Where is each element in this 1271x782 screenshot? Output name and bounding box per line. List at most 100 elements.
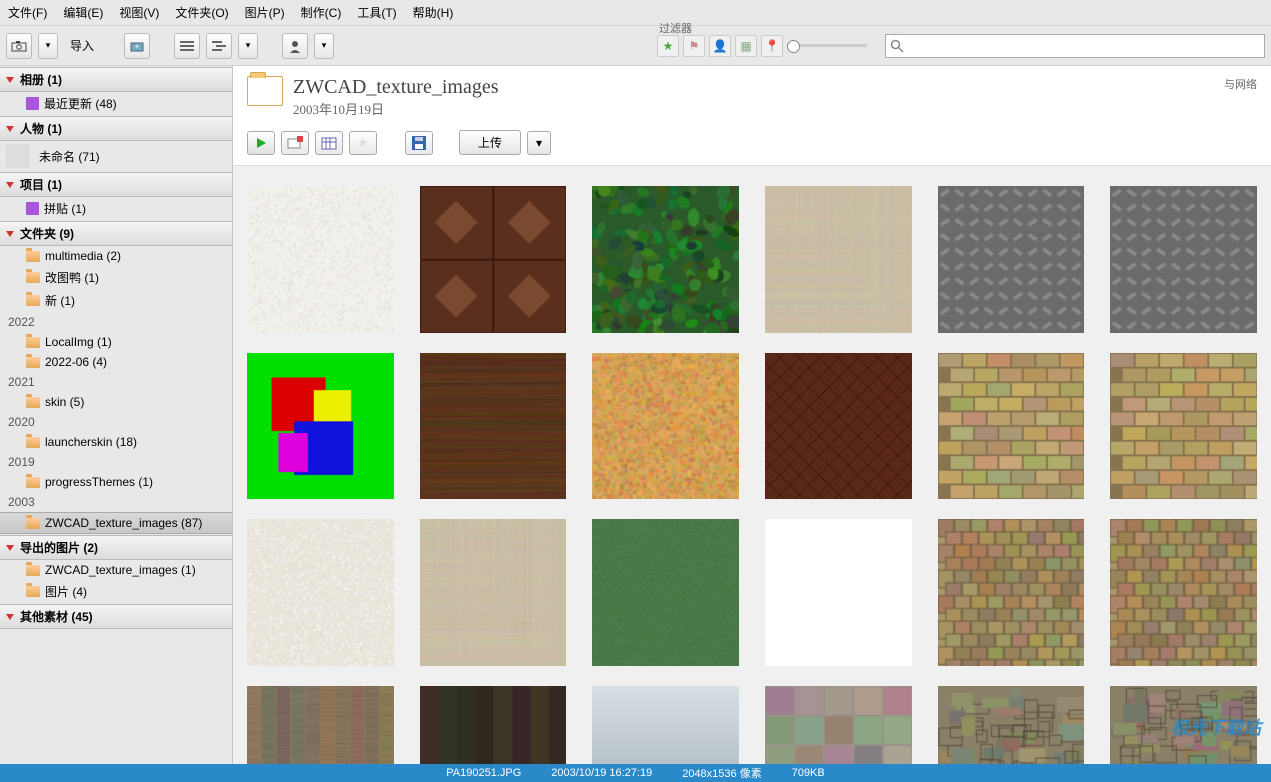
thumbnail[interactable] [938,353,1085,500]
thumbnail[interactable] [765,186,912,333]
year-label[interactable]: 2022 [0,312,232,332]
thumbnail[interactable] [1110,519,1257,666]
add-photos-button[interactable] [281,131,309,155]
filter-person-icon[interactable]: 👤 [709,35,731,57]
menu-tools[interactable]: 工具(T) [353,2,400,23]
thumbnail[interactable] [247,519,394,666]
folder-date: 2003年10月19日 [293,99,499,118]
section-header[interactable]: 导出的图片 (2) [0,535,232,560]
filter-star-icon[interactable]: ★ [657,35,679,57]
tree-item[interactable]: launcherskin (18) [0,432,232,452]
view-dropdown[interactable]: ▾ [238,33,258,59]
thumbnail[interactable] [765,686,912,764]
thumbnail-grid [233,166,1271,764]
tree-item[interactable]: ZWCAD_texture_images (87) [0,512,232,534]
tree-item-label: 2022 [8,315,35,329]
section-header[interactable]: 相册 (1) [0,67,232,92]
menu-edit[interactable]: 编辑(E) [59,2,107,23]
svg-text:+: + [135,42,140,51]
thumbnail[interactable] [247,686,394,764]
filter-flag-icon[interactable]: ⚑ [683,35,705,57]
sidebar: 相册 (1)最近更新 (48)人物 (1) 未命名 (71) 项目 (1)拼贴 (1… [0,66,233,764]
tree-item-label: 新 (1) [45,292,75,309]
tree-item-label: 2003 [8,495,35,509]
thumbnail[interactable] [592,686,739,764]
status-filename: PA190251.JPG [446,767,521,779]
tree-item-label: skin (5) [45,395,84,409]
filter-pin-icon[interactable]: 📍 [761,35,783,57]
tree-item-label: ZWCAD_texture_images (1) [45,563,196,577]
tree-item-label: ZWCAD_texture_images (87) [45,516,202,530]
menu-create[interactable]: 制作(C) [297,2,346,23]
thumbnail[interactable] [592,519,739,666]
upload-dropdown[interactable]: ▾ [527,131,551,155]
tree-item[interactable]: 图片 (4) [0,580,232,603]
menu-file[interactable]: 文件(F) [4,2,51,23]
thumbnail[interactable] [938,186,1085,333]
thumbnail[interactable] [420,686,567,764]
section-header[interactable]: 文件夹 (9) [0,221,232,246]
folder-icon [26,357,40,368]
profile-dropdown[interactable]: ▾ [314,33,334,59]
tree-item-label: 未命名 (71) [39,148,100,165]
tree-item[interactable]: 未命名 (71) [0,141,232,171]
thumbnail[interactable] [420,519,567,666]
tree-item-label: 改图鸭 (1) [45,269,99,286]
camera-import-button[interactable] [6,33,32,59]
thumbnail[interactable] [938,686,1085,764]
save-button[interactable] [405,131,433,155]
thumbnail[interactable] [420,353,567,500]
tree-item[interactable]: 2022-06 (4) [0,352,232,372]
thumbnail[interactable] [592,353,739,500]
year-label[interactable]: 2019 [0,452,232,472]
tree-item[interactable]: 最近更新 (48) [0,92,232,115]
star-button[interactable]: ★ [349,131,377,155]
menu-view[interactable]: 视图(V) [115,2,163,23]
view-list-button[interactable] [174,33,200,59]
play-button[interactable] [247,131,275,155]
thumbnail[interactable] [1110,186,1257,333]
filter-album-icon[interactable]: ▦ [735,35,757,57]
web-sync-link[interactable]: 与网络 [1224,76,1257,92]
search-input[interactable] [885,34,1265,58]
year-label[interactable]: 2003 [0,492,232,512]
folder-title: ZWCAD_texture_images [293,76,499,99]
thumbnail[interactable] [247,186,394,333]
tree-item-label: 2020 [8,415,35,429]
tree-item[interactable]: 改图鸭 (1) [0,266,232,289]
camera-dropdown[interactable]: ▾ [38,33,58,59]
view-tree-button[interactable] [206,33,232,59]
thumbnail[interactable] [420,186,567,333]
menu-folder[interactable]: 文件夹(O) [171,2,232,23]
section-header[interactable]: 其他素材 (45) [0,604,232,629]
thumbnail[interactable] [938,519,1085,666]
tree-item[interactable]: progressThemes (1) [0,472,232,492]
menu-help[interactable]: 帮助(H) [409,2,458,23]
menu-picture[interactable]: 图片(P) [241,2,289,23]
thumbnail[interactable] [765,519,912,666]
section-header[interactable]: 人物 (1) [0,116,232,141]
calendar-button[interactable] [315,131,343,155]
filter-slider[interactable] [787,44,867,47]
tree-item[interactable]: 新 (1) [0,289,232,312]
status-dimensions: 2048x1536 像素 [682,765,762,781]
section-header[interactable]: 项目 (1) [0,172,232,197]
thumbnail[interactable] [592,186,739,333]
thumbnail[interactable] [1110,353,1257,500]
tree-item[interactable]: ZWCAD_texture_images (1) [0,560,232,580]
tree-item-label: 图片 (4) [45,583,87,600]
profile-button[interactable] [282,33,308,59]
upload-button[interactable]: 上传 [459,130,521,155]
year-label[interactable]: 2020 [0,412,232,432]
thumbnail[interactable] [765,353,912,500]
folder-icon [26,397,40,408]
tree-item[interactable]: multimedia (2) [0,246,232,266]
year-label[interactable]: 2021 [0,372,232,392]
thumbnail[interactable] [247,353,394,500]
import-label[interactable]: 导入 [64,37,100,54]
tree-item[interactable]: 拼贴 (1) [0,197,232,220]
tree-item[interactable]: skin (5) [0,392,232,412]
tree-item[interactable]: LocalImg (1) [0,332,232,352]
add-folder-button[interactable]: + [124,33,150,59]
picture-icon [26,97,39,110]
